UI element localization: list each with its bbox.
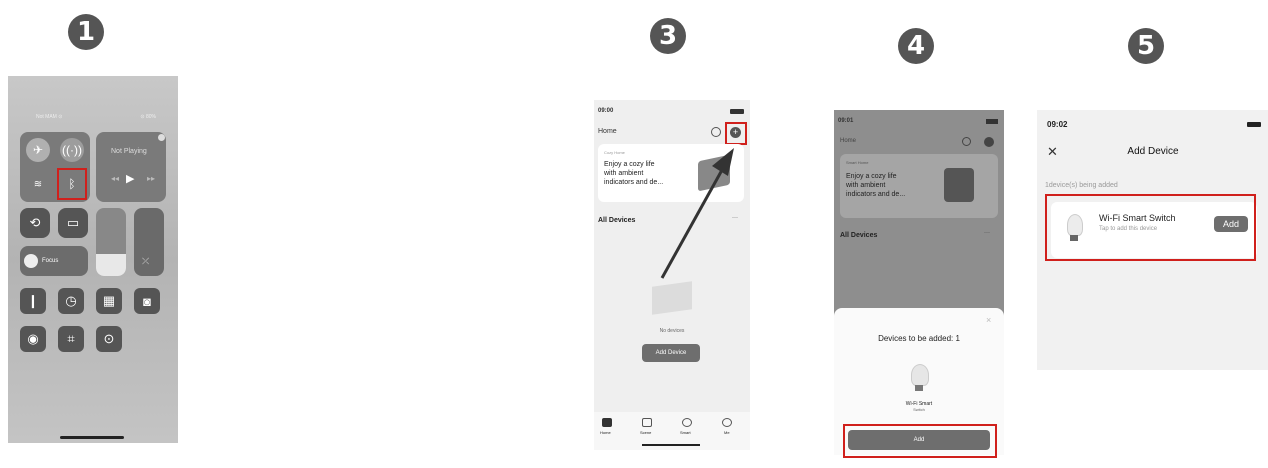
promo-lamp-image	[944, 168, 974, 202]
focus-label: Focus	[42, 258, 59, 264]
flashlight-icon[interactable]: ❙	[20, 288, 46, 314]
airplay-icon[interactable]	[158, 134, 165, 141]
status-time: 09:01	[838, 118, 854, 124]
mute-icon: ⤫	[142, 256, 150, 266]
camera-icon[interactable]: ◙	[134, 288, 160, 314]
step-4-badge: 4	[898, 28, 934, 64]
forward-icon[interactable]: ▸▸	[147, 174, 155, 183]
sheet-title: Devices to be added: 1	[878, 334, 960, 343]
screen-record-icon[interactable]: ⊙	[96, 326, 122, 352]
no-devices-text: No devices	[659, 328, 685, 334]
bulb-icon	[911, 364, 929, 386]
play-icon[interactable]: ▶	[126, 172, 134, 185]
qr-scanner-icon[interactable]: ⌗	[58, 326, 84, 352]
nav-me-icon[interactable]	[722, 418, 732, 427]
device-name: Wi-Fi Smart Switch	[905, 401, 933, 412]
nav-home-label: Home	[600, 430, 611, 435]
home-selector: Home	[840, 138, 857, 144]
device-card-highlight	[1045, 194, 1256, 261]
plus-icon	[984, 137, 994, 147]
add-button-highlight	[843, 424, 997, 458]
moon-icon	[24, 254, 38, 268]
bulb-base-icon	[915, 385, 923, 391]
battery-icon	[986, 119, 998, 124]
step-3-badge: 3	[650, 18, 686, 54]
wifi-icon[interactable]: ≋	[26, 172, 50, 196]
nav-smart-label: Smart	[680, 430, 691, 435]
media-label: Not Playing	[111, 148, 147, 155]
assistant-icon	[962, 137, 971, 146]
page-title: Add Device	[1127, 146, 1179, 157]
nav-me-label: Me	[724, 430, 730, 435]
promo-small: Smart Home	[846, 160, 869, 165]
media-tile	[96, 132, 166, 202]
add-device-button[interactable]: Add Device	[642, 344, 700, 362]
bluetooth-highlight	[57, 168, 87, 200]
screen-mirror-icon[interactable]: ▭	[58, 208, 88, 238]
status-right: ⊙ 80%	[140, 114, 156, 120]
cellular-icon[interactable]: ((·))	[60, 138, 84, 162]
home-indicator	[642, 444, 700, 446]
nav-scene-icon[interactable]	[642, 418, 652, 427]
close-icon[interactable]: ×	[986, 315, 991, 325]
home-indicator	[60, 436, 124, 439]
control-center-screen: Not MAM ⊙ ⊙ 80% ✈ ((·)) ≋ ᛒ Not Playing …	[8, 76, 178, 443]
status-time: 09:02	[1047, 120, 1068, 129]
hearing-icon[interactable]: ◉	[20, 326, 46, 352]
brightness-fill	[96, 254, 126, 276]
nav-scene-label: Scene	[640, 430, 652, 435]
nav-home-icon[interactable]	[602, 418, 612, 427]
devices-to-add-screen: 09:01 Home Smart Home Enjoy a cozy life …	[834, 110, 1004, 455]
guide-arrow	[660, 148, 734, 279]
rewind-icon[interactable]: ◂◂	[111, 174, 119, 183]
airplane-icon[interactable]: ✈	[26, 138, 50, 162]
calculator-icon[interactable]: ▦	[96, 288, 122, 314]
nav-smart-icon[interactable]	[682, 418, 692, 427]
status-left: Not MAM ⊙	[36, 114, 63, 120]
timer-icon[interactable]: ◷	[58, 288, 84, 314]
battery-icon	[1247, 122, 1261, 127]
all-devices-label: All Devices	[840, 232, 878, 239]
being-added-text: 1device(s) being added	[1045, 182, 1118, 189]
rotation-lock-icon[interactable]: ⟲	[20, 208, 50, 238]
step-1-badge: 1	[68, 14, 104, 50]
promo-text: Enjoy a cozy life with ambient indicator…	[846, 173, 906, 198]
more-icon: ···	[984, 230, 990, 236]
step-5-badge: 5	[1128, 28, 1164, 64]
